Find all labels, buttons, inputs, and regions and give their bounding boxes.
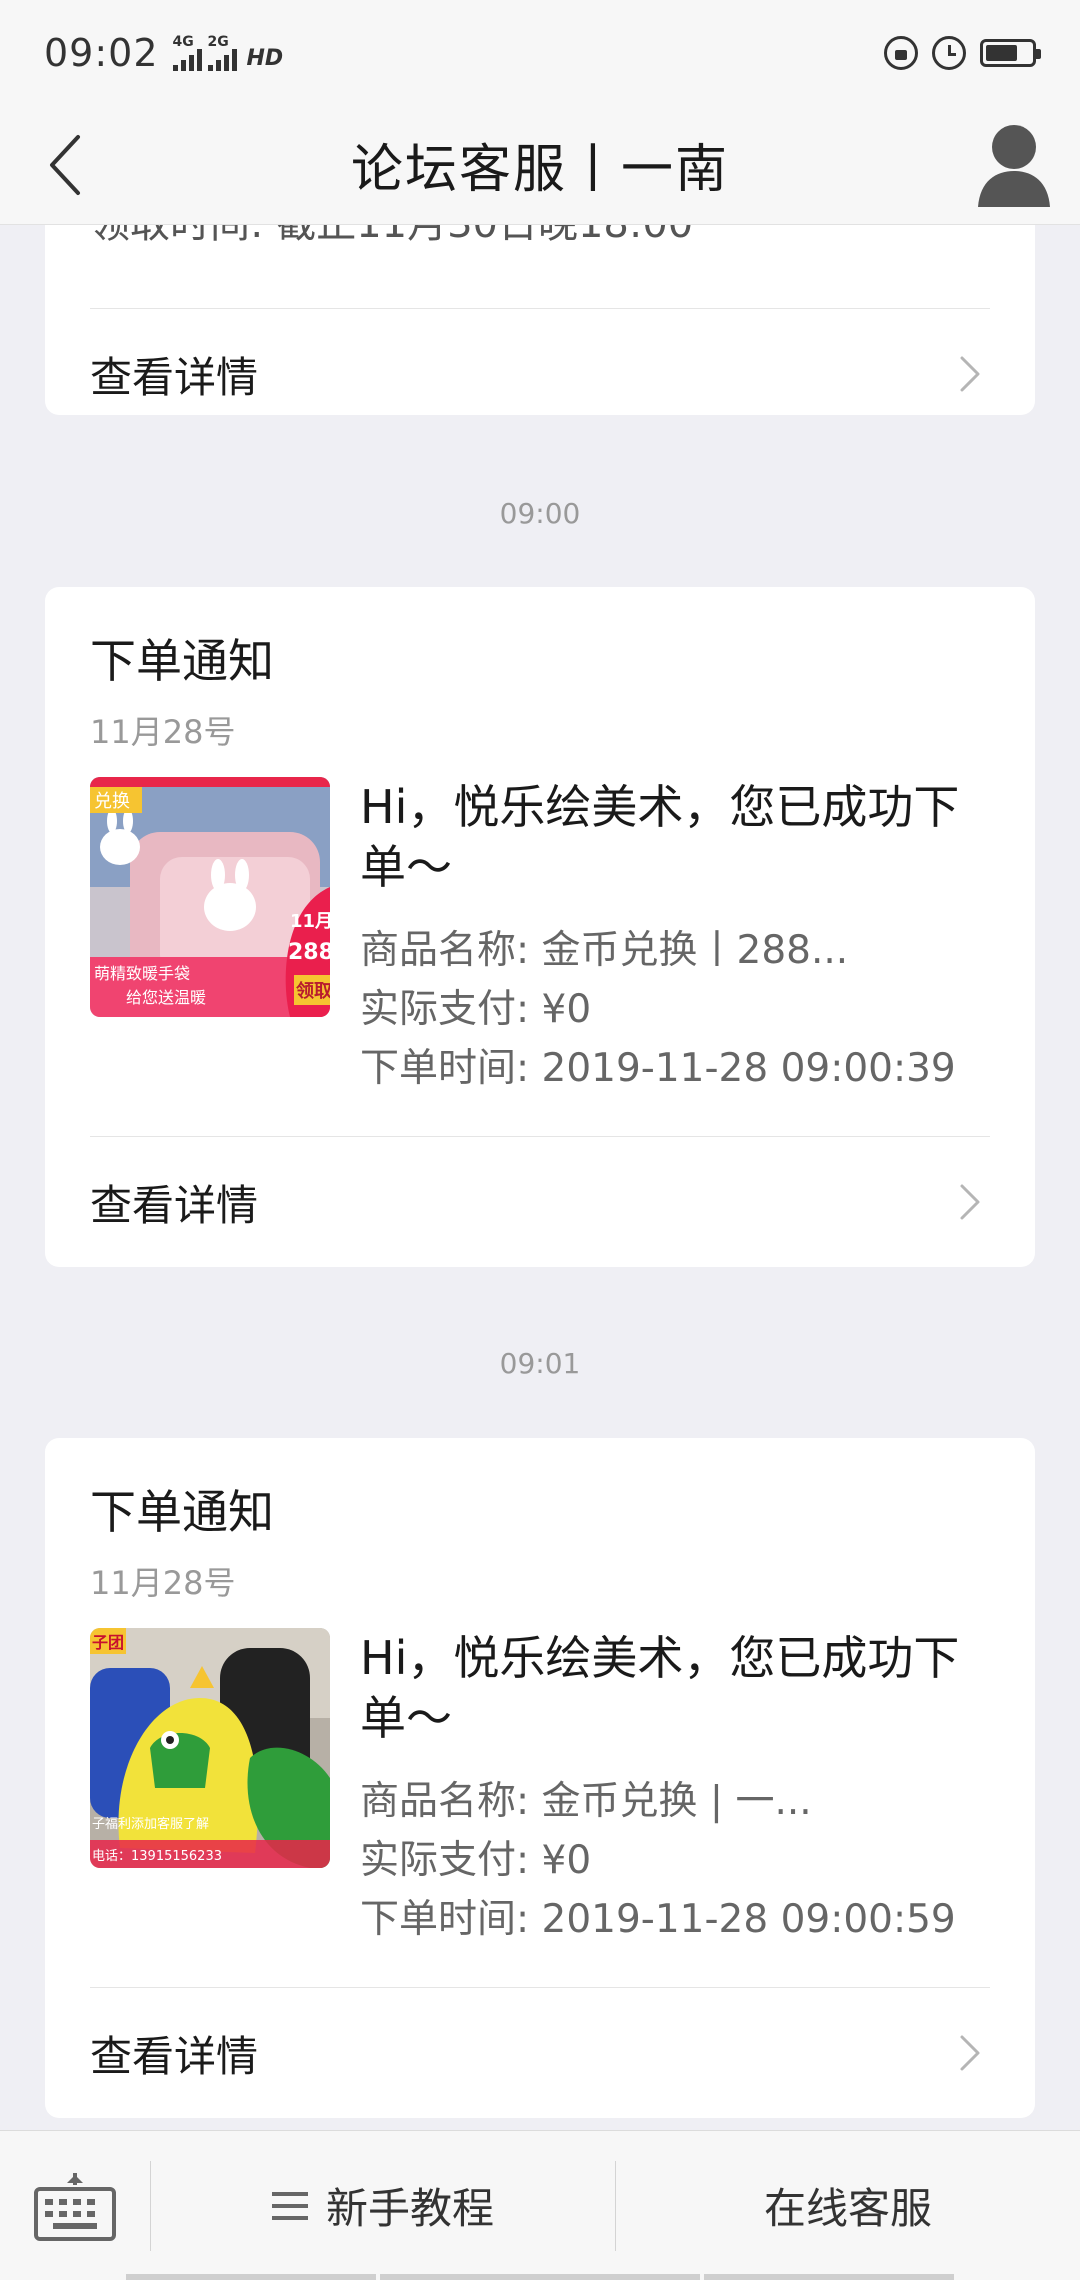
status-bar: 09:02 4G 2G HD — [0, 0, 1080, 105]
hand-warmer-image: 兑换 萌精致暖手袋 给您送温暖 11月2 288 领取 — [90, 777, 330, 1017]
home-indicator — [380, 2274, 700, 2280]
order-greeting: Hi，悦乐绘美术，您已成功下单～ — [360, 780, 960, 894]
back-button[interactable] — [26, 125, 106, 205]
payment-amount: 实际支付: ¥0 — [360, 987, 592, 1032]
product-thumbnail[interactable]: 兑换 萌精致暖手袋 给您送温暖 11月2 288 领取 — [90, 777, 330, 1017]
thumb-caption-2: 给您送温暖 — [126, 988, 206, 1007]
order-info: Hi，悦乐绘美术，您已成功下单～ 商品名称: 金币兑换 | 一... 实际支付:… — [360, 1628, 1000, 1949]
network-indicators: 4G 2G HD — [172, 33, 284, 71]
chat-screen: 09:02 4G 2G HD 论坛客服丨一南 查看详情 09:00 下单通知 1… — [0, 0, 1080, 2280]
status-time: 09:02 — [44, 30, 159, 75]
bottom-menu-bar: 新手教程 在线客服 — [0, 2130, 1080, 2280]
thumb-caption-1: 萌精致暖手袋 — [94, 964, 190, 983]
view-details-label: 查看详情 — [90, 352, 259, 402]
order-greeting: Hi，悦乐绘美术，您已成功下单～ — [360, 1631, 960, 1745]
thumb-side-3: 领取 — [296, 980, 330, 1002]
product-name: 商品名称: 金币兑换丨288... — [360, 928, 849, 973]
battery-icon — [980, 38, 1041, 67]
rotation-lock-icon — [884, 35, 918, 70]
menu-tutorial[interactable]: 新手教程 — [151, 2131, 615, 2280]
card-title: 下单通知 — [90, 1485, 274, 1539]
profile-button[interactable] — [976, 119, 1052, 209]
keyboard-toggle-button[interactable] — [0, 2131, 150, 2280]
menu-online-support[interactable]: 在线客服 — [616, 2131, 1080, 2280]
product-name: 商品名称: 金币兑换 | 一... — [360, 1779, 812, 1824]
thumb-caption-1: 子福利添加客服了解 — [92, 1816, 209, 1832]
partial-message-text: 领取时间: 截止11月30日晚18:00 — [90, 225, 693, 249]
payment-amount: 实际支付: ¥0 — [360, 1838, 592, 1883]
order-notification-card: 下单通知 11月28号 兑换 萌精致暖手袋 给您送温暖 11月 288 领取 H… — [45, 587, 1035, 1267]
menu-tutorial-label: 新手教程 — [325, 2184, 494, 2233]
card-date: 11月28号 — [90, 713, 236, 751]
thumb-corner-tag: 子团 — [92, 1633, 124, 1652]
signal-4g: 4G — [172, 33, 202, 71]
net-label-2g: 2G — [207, 33, 229, 50]
product-thumbnail[interactable]: 子团 子福利添加客服了解 电话：13915156233 — [90, 1628, 330, 1868]
chevron-left-icon — [50, 135, 80, 195]
signal-bars-icon — [207, 48, 237, 71]
view-details-label: 查看详情 — [90, 2031, 259, 2081]
view-details-row[interactable]: 查看详情 — [45, 1137, 1035, 1267]
view-details-row[interactable]: 查看详情 — [45, 1988, 1035, 2118]
chevron-right-icon — [960, 1184, 980, 1220]
dinosaur-backpack-image: 子团 子福利添加客服了解 电话：13915156233 — [90, 1628, 330, 1868]
hd-badge: HD — [246, 45, 284, 71]
nav-bar: 论坛客服丨一南 — [0, 105, 1080, 225]
order-time: 下单时间: 2019-11-28 09:00:59 — [360, 1897, 956, 1942]
card-title: 下单通知 — [90, 634, 274, 688]
signal-bars-icon — [172, 48, 202, 71]
view-details-row[interactable]: 查看详情 — [45, 309, 1035, 415]
menu-online-support-label: 在线客服 — [763, 2184, 932, 2233]
order-time: 下单时间: 2019-11-28 09:00:39 — [360, 1046, 956, 1091]
keyboard-icon — [34, 2172, 116, 2241]
message-card-previous: 领取时间: 截止11月30日晚18:00 查看详情 — [45, 225, 1035, 415]
thumb-caption-2: 电话：13915156233 — [92, 1849, 222, 1864]
alarm-icon — [932, 35, 966, 70]
message-time: 09:00 — [499, 497, 581, 530]
net-label-4g: 4G — [172, 33, 194, 50]
user-icon — [978, 125, 1050, 207]
home-indicator — [704, 2274, 954, 2280]
message-time: 09:01 — [499, 1347, 581, 1380]
card-date: 11月28号 — [90, 1564, 236, 1602]
thumb-corner-tag: 兑换 — [94, 791, 130, 812]
chevron-right-icon — [960, 2035, 980, 2071]
status-right-icons — [884, 35, 1041, 70]
chevron-right-icon — [960, 356, 980, 392]
home-indicator — [126, 2274, 376, 2280]
order-notification-card: 下单通知 11月28号 子团 子福利添加客服了解 电话：13915156233 … — [45, 1438, 1035, 2118]
page-title: 论坛客服丨一南 — [350, 140, 729, 200]
thumb-side-1: 11月2 — [290, 911, 330, 932]
order-info: Hi，悦乐绘美术，您已成功下单～ 商品名称: 金币兑换丨288... 实际支付:… — [360, 777, 1000, 1098]
thumb-side-2: 288 — [288, 940, 330, 965]
message-list[interactable]: 领取时间: 截止11月30日晚18:00 查看详情 09:00 下单通知 11月… — [0, 225, 1080, 2130]
hamburger-icon — [271, 2191, 308, 2220]
signal-2g: 2G — [207, 33, 237, 71]
view-details-label: 查看详情 — [90, 1180, 259, 1230]
